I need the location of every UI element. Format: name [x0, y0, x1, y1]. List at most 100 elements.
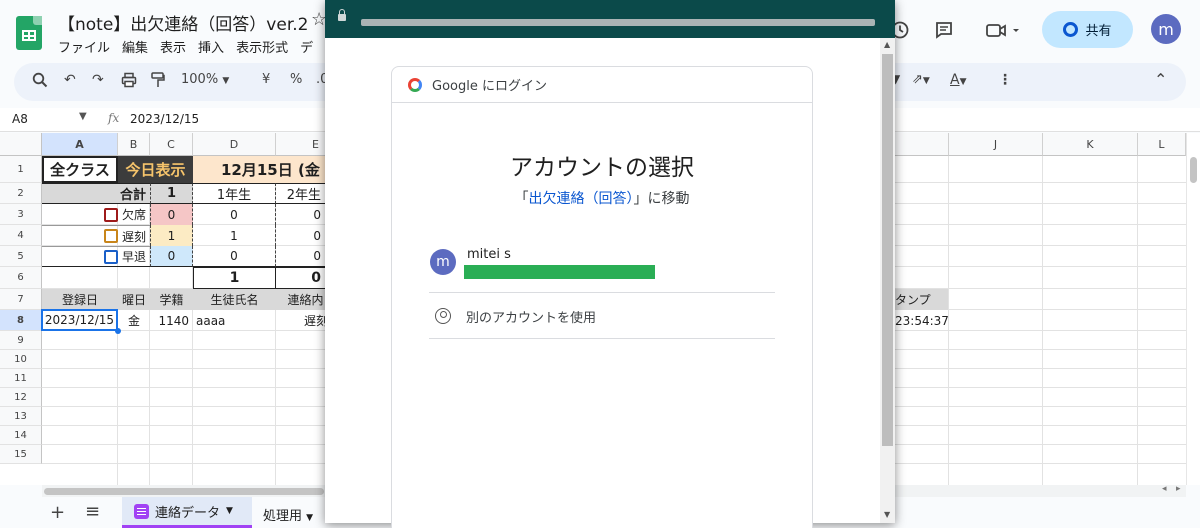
name-box-caret-icon[interactable]: ▼	[79, 111, 87, 122]
row-header[interactable]: 15	[0, 445, 42, 464]
vertical-scroll-thumb[interactable]	[1190, 157, 1197, 183]
header-contact-content[interactable]: 連絡内	[276, 289, 325, 310]
document-title[interactable]: 【note】出欠連絡（回答）ver.2	[58, 10, 308, 35]
cell-grade1-heading[interactable]: 1年生	[193, 183, 276, 204]
cell-early-total[interactable]: 0	[150, 246, 193, 267]
menu-view[interactable]: 表示	[160, 37, 186, 56]
row-header[interactable]: 4	[0, 225, 42, 246]
all-sheets-button[interactable]: ≡	[85, 501, 100, 522]
menu-file[interactable]: ファイル	[58, 37, 110, 56]
row-header[interactable]: 13	[0, 407, 42, 426]
row-header[interactable]: 5	[0, 246, 42, 267]
cell-date-heading[interactable]: 12月15日 (金	[193, 156, 325, 183]
search-icon[interactable]	[32, 72, 48, 92]
popup-scroll-thumb[interactable]	[882, 54, 893, 446]
more-options-icon[interactable]: ⋮	[998, 72, 1012, 88]
scroll-left-icon[interactable]: ◂	[1162, 484, 1167, 494]
popup-scrollbar[interactable]: ▲ ▼	[880, 38, 895, 523]
menu-data[interactable]: デ	[300, 37, 313, 56]
add-sheet-button[interactable]: +	[50, 502, 65, 523]
column-header-c[interactable]: C	[150, 133, 193, 156]
cell-total-value[interactable]: 1	[150, 183, 193, 204]
row-header[interactable]: 12	[0, 388, 42, 407]
header-timestamp[interactable]: タンプ	[895, 289, 948, 310]
absent-checkbox[interactable]	[103, 207, 118, 222]
cell-absent-grade2[interactable]: 0	[276, 204, 325, 225]
cell-early-grade2[interactable]: 0	[276, 246, 325, 267]
collapse-toolbar-icon[interactable]: ⌃	[1154, 70, 1167, 89]
sheet-tab-contact-data[interactable]: 連絡データ ▼	[122, 497, 252, 528]
cell-grade2-sum[interactable]: 0	[276, 267, 325, 289]
share-button[interactable]: 共有	[1042, 11, 1133, 48]
scroll-up-icon[interactable]: ▲	[884, 40, 890, 49]
row-header[interactable]: 1	[0, 156, 42, 183]
row-header[interactable]: 7	[0, 289, 42, 310]
cell-late-grade2[interactable]: 0	[276, 225, 325, 246]
row-header[interactable]: 3	[0, 204, 42, 225]
cell-late-label[interactable]: 遅刻	[42, 225, 150, 246]
column-header-a[interactable]: A	[42, 133, 118, 156]
vertical-scrollbar[interactable]	[1186, 133, 1200, 485]
row-header[interactable]: 2	[0, 183, 42, 204]
horizontal-scroll-thumb[interactable]	[44, 488, 324, 495]
cell-late-grade1[interactable]: 1	[193, 225, 276, 246]
column-header-k[interactable]: K	[1043, 133, 1138, 156]
row-header[interactable]: 6	[0, 267, 42, 289]
tab-caret-icon[interactable]: ▼	[226, 506, 233, 516]
print-icon[interactable]	[121, 72, 137, 92]
today-display-button[interactable]: 今日表示	[118, 156, 193, 183]
menu-format[interactable]: 表示形式	[236, 37, 288, 56]
formula-input[interactable]: 2023/12/15	[130, 112, 199, 126]
text-color-icon[interactable]: A▼	[950, 72, 967, 88]
row-header[interactable]: 9	[0, 331, 42, 350]
currency-button[interactable]: ¥	[262, 72, 270, 87]
cell-absent-label[interactable]: 欠席	[42, 204, 150, 225]
cell-early-label[interactable]: 早退	[42, 246, 150, 267]
cell-all-classes[interactable]: 全クラス	[42, 156, 118, 183]
paint-format-icon[interactable]	[151, 72, 165, 92]
header-registration-date[interactable]: 登録日	[42, 289, 118, 310]
cell-late-total[interactable]: 1	[150, 225, 193, 246]
cell-weekday[interactable]: 金	[118, 310, 150, 331]
menu-edit[interactable]: 編集	[122, 37, 148, 56]
cell-absent-total[interactable]: 0	[150, 204, 193, 225]
account-option[interactable]: m mitei s	[429, 245, 775, 293]
comment-icon[interactable]	[932, 18, 956, 42]
column-header-l[interactable]: L	[1138, 133, 1186, 156]
use-another-account-option[interactable]: 別のアカウントを使用	[429, 293, 775, 339]
percent-button[interactable]: %	[290, 72, 302, 87]
account-avatar[interactable]: m	[1151, 14, 1181, 44]
text-rotation-icon[interactable]: ⇗▼	[912, 72, 930, 87]
row-header[interactable]: 14	[0, 426, 42, 445]
sheet-tab-processing[interactable]: 処理用 ▼	[263, 505, 313, 524]
header-student-number[interactable]: 学籍	[150, 289, 193, 310]
row-header[interactable]: 10	[0, 350, 42, 369]
zoom-select[interactable]: 100% ▼	[181, 72, 229, 87]
early-leave-checkbox[interactable]	[103, 249, 118, 264]
menu-insert[interactable]: 挿入	[198, 37, 224, 56]
column-header-d[interactable]: D	[193, 133, 276, 156]
select-all-corner[interactable]	[0, 133, 42, 156]
row-header[interactable]: 11	[0, 369, 42, 388]
redo-icon[interactable]: ↷	[92, 72, 104, 88]
meet-icon[interactable]	[983, 18, 1023, 42]
cell-student-number[interactable]: 1140	[150, 310, 193, 331]
cell-grade1-sum[interactable]: 1	[193, 267, 276, 289]
cell-selected-date[interactable]: 2023/12/15	[41, 309, 118, 331]
cell-contact-content[interactable]: 遅刻	[276, 310, 325, 331]
scroll-down-icon[interactable]: ▼	[884, 510, 890, 519]
late-checkbox[interactable]	[103, 229, 118, 243]
column-header-i[interactable]	[895, 133, 949, 156]
cell-early-grade1[interactable]: 0	[193, 246, 276, 267]
cell-student-name[interactable]: aaaa	[193, 310, 276, 331]
name-box[interactable]: A8	[12, 112, 28, 126]
column-header-j[interactable]: J	[949, 133, 1043, 156]
app-name-link[interactable]: 出欠連絡（回答）	[529, 191, 634, 207]
row-header[interactable]: 8	[0, 310, 42, 331]
undo-icon[interactable]: ↶	[64, 72, 76, 88]
cell-absent-grade1[interactable]: 0	[193, 204, 276, 225]
column-header-b[interactable]: B	[118, 133, 150, 156]
cell-grade2-heading[interactable]: 2年生	[276, 183, 325, 204]
header-weekday[interactable]: 曜日	[118, 289, 150, 310]
tab-caret-icon[interactable]: ▼	[306, 513, 313, 523]
